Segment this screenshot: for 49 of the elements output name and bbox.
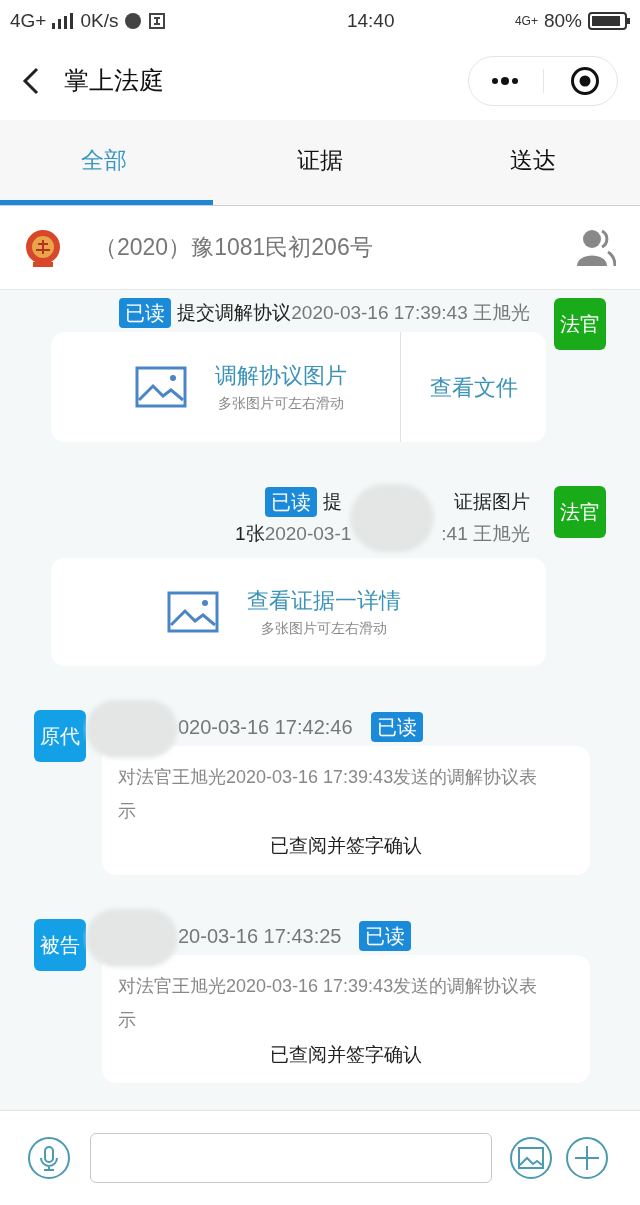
- network-label: 4G+: [514, 13, 538, 30]
- battery-icon: [588, 12, 630, 30]
- confirm-text: 对法官王旭光2020-03-16 17:39:43发送的调解协议表示: [118, 766, 538, 823]
- confirm-text: 对法官王旭光2020-03-16 17:39:43发送的调解协议表示: [118, 974, 538, 1032]
- card-title: 查看证据一详情: [246, 587, 401, 615]
- case-number: （2020）豫1081民初206号: [94, 233, 373, 263]
- plus-icon[interactable]: [566, 1137, 608, 1179]
- participants-icon[interactable]: [576, 227, 616, 268]
- sender-badge: 法官: [554, 298, 606, 350]
- image-icon: [166, 591, 219, 633]
- image-icon[interactable]: [510, 1137, 552, 1179]
- message-time: 020-03-16 17:42:46: [178, 715, 353, 740]
- message-input[interactable]: [90, 1133, 492, 1183]
- message-time: 20-03-16 17:43:25: [178, 923, 342, 949]
- tab[interactable]: 送达: [426, 120, 640, 205]
- page-title: 掌上法庭: [64, 65, 164, 97]
- tab[interactable]: 证据: [213, 120, 427, 205]
- view-file-button[interactable]: 查看文件: [401, 332, 546, 442]
- microphone-icon[interactable]: [28, 1137, 70, 1179]
- read-badge: 已读: [265, 487, 317, 517]
- signal-icon: [52, 13, 75, 29]
- message-text: 提交调解协议2020-03-16 17:39:43 王旭光: [177, 300, 530, 325]
- back-icon[interactable]: [22, 67, 40, 95]
- message-text: 证据图片: [454, 490, 530, 514]
- sender-badge: 法官: [554, 486, 606, 538]
- speed-label: 0K/s: [80, 8, 119, 33]
- network-label: 4G+: [10, 8, 47, 33]
- image-icon: [134, 366, 187, 408]
- confirm-status: 已查阅并签字确认: [270, 1042, 422, 1067]
- card-hint: 多张图片可左右滑动: [217, 394, 344, 413]
- more-icon[interactable]: [491, 76, 519, 86]
- message-text: 提: [323, 490, 342, 514]
- read-badge: 已读: [359, 920, 412, 951]
- read-badge: 已读: [370, 712, 423, 742]
- file-card[interactable]: 调解协议图片 多张图片可左右滑动 查看文件: [51, 332, 546, 442]
- sender-badge: 原代: [34, 710, 86, 762]
- card-hint: 多张图片可左右滑动: [260, 619, 387, 638]
- message-meta: :41 王旭光: [441, 522, 530, 546]
- court-emblem-icon: [24, 227, 62, 268]
- confirm-status: 已查阅并签字确认: [270, 834, 422, 858]
- sender-badge: 被告: [34, 918, 86, 971]
- evidence-card[interactable]: 查看证据一详情 多张图片可左右滑动: [51, 558, 546, 666]
- message-meta: 1张2020-03-1: [235, 522, 352, 546]
- battery-label: 80%: [543, 8, 582, 33]
- read-badge: 已读: [119, 298, 172, 328]
- close-icon[interactable]: [570, 66, 600, 96]
- notification-icon: [148, 12, 167, 30]
- card-title: 调解协议图片: [214, 362, 347, 390]
- clock: 14:40: [346, 8, 395, 33]
